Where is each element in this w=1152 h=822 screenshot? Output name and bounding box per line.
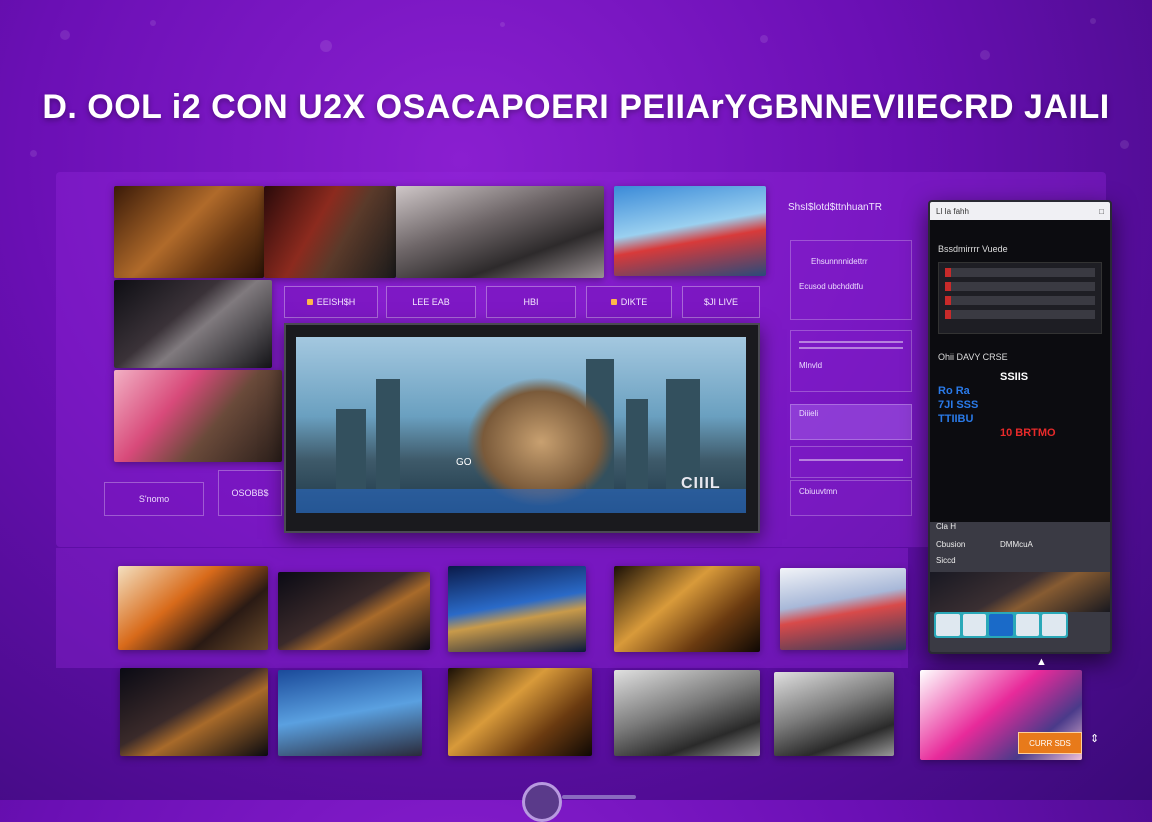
- phone-list[interactable]: [938, 262, 1102, 334]
- video-overlay-text: CIIIL: [681, 475, 721, 492]
- divider: [799, 459, 903, 461]
- chip-icon: [610, 299, 617, 305]
- score-line: TTIIBU: [938, 413, 974, 425]
- skyline-building: [376, 379, 400, 489]
- collage-thumb-1[interactable]: [114, 186, 264, 278]
- category-chip-3[interactable]: HBI: [486, 286, 576, 318]
- cta-button[interactable]: CURR SDS: [1018, 732, 1082, 754]
- phone-thumb-strip[interactable]: [934, 612, 1068, 638]
- list-item[interactable]: [945, 282, 1095, 291]
- video-water: [296, 489, 746, 513]
- category-chip-2[interactable]: LEE EAB: [386, 286, 476, 318]
- collage-thumb-2[interactable]: [264, 186, 396, 278]
- category-chip-5[interactable]: $JI LIVE: [682, 286, 760, 318]
- grid-thumb-2[interactable]: [278, 572, 430, 650]
- strip-thumb[interactable]: [936, 614, 960, 636]
- divider: [799, 341, 903, 343]
- collage-thumb-3[interactable]: [396, 186, 604, 278]
- side-block-2-label: Mlnvld: [799, 361, 823, 370]
- footer-label: Siccd: [936, 556, 956, 565]
- grid-thumb-1[interactable]: [118, 566, 268, 650]
- skyline-building: [666, 379, 700, 489]
- list-item[interactable]: [945, 310, 1095, 319]
- footer-thumb: [930, 572, 1110, 612]
- scroll-icon[interactable]: ⇕: [1090, 732, 1099, 745]
- footer-label: DMMcuA: [1000, 540, 1033, 549]
- side-panel-title: ShsI$lotd$ttnhuanTR: [788, 202, 882, 213]
- side-block-1[interactable]: Ehsunnnnidettrr Ecusod ubchddtfu: [790, 240, 912, 320]
- status-text: Ll Ia fahh: [936, 206, 969, 216]
- category-chip-1[interactable]: EEISH$H: [284, 286, 378, 318]
- side-block-3-label: Diiieli: [799, 409, 819, 418]
- side-block-3[interactable]: Diiieli: [790, 404, 912, 440]
- phone-mockup: Ll Ia fahh □ Bssdmirrrr Vuede Ohii DAVY …: [928, 200, 1112, 654]
- video-subject: [466, 377, 616, 507]
- footer-label: Cla H: [936, 522, 957, 531]
- window-icon[interactable]: □: [1099, 207, 1104, 216]
- hd-badge: GO: [456, 457, 472, 468]
- video-player[interactable]: GO CIIIL: [284, 323, 760, 533]
- phone-status-bar: Ll Ia fahh □: [930, 202, 1110, 220]
- strip-thumb[interactable]: [1015, 614, 1040, 636]
- score-line: SSIIS: [1000, 371, 1029, 383]
- list-item[interactable]: [945, 268, 1095, 277]
- sidebar-button-2[interactable]: OSOBB$: [218, 470, 282, 516]
- skyline-building: [626, 399, 648, 489]
- collage-thumb-5[interactable]: [114, 280, 272, 368]
- list-item[interactable]: [945, 296, 1095, 305]
- collage-thumb-6[interactable]: [114, 370, 282, 462]
- footer-label: Cbusion: [936, 540, 966, 549]
- strip-thumb[interactable]: [1042, 614, 1066, 636]
- side-block-5-label: Cbiuuvtmn: [799, 487, 838, 496]
- grid-thumb-3[interactable]: [448, 566, 586, 652]
- grid-thumb-4[interactable]: [614, 566, 760, 652]
- phone-scoreboard: SSIIS Ro Ra 7JI SSS TTIIBU 10 BRTMO: [938, 370, 1100, 440]
- score-line: 10 BRTMO: [1000, 427, 1056, 439]
- side-block-1-sub: Ecusod ubchddtfu: [799, 282, 864, 291]
- playback-knob-icon[interactable]: [522, 782, 562, 822]
- side-block-4[interactable]: [790, 446, 912, 478]
- side-block-5[interactable]: Cbiuuvtmn: [790, 480, 912, 516]
- grid-thumb-10[interactable]: [774, 672, 894, 756]
- grid-thumb-9[interactable]: [614, 670, 760, 756]
- divider: [799, 347, 903, 349]
- chip-icon: [306, 299, 313, 305]
- phone-section-title: Bssdmirrrr Vuede: [938, 244, 1008, 254]
- strip-thumb[interactable]: [989, 614, 1013, 636]
- video-screen[interactable]: GO CIIIL: [296, 337, 746, 513]
- page-headline: D. OOL i2 CON U2X OSACAPOERI PEIIArYGBNN…: [42, 88, 1110, 126]
- phone-subsection-title: Ohii DAVY CRSE: [938, 352, 1008, 362]
- score-line: 7JI SSS: [938, 399, 979, 411]
- category-chip-4[interactable]: DIKTE: [586, 286, 672, 318]
- grid-thumb-5[interactable]: [780, 568, 906, 650]
- playback-track[interactable]: [562, 795, 636, 799]
- skyline-building: [336, 409, 366, 489]
- sidebar-button-1[interactable]: S'nomo: [104, 482, 204, 516]
- grid-thumb-8[interactable]: [448, 668, 592, 756]
- grid-thumb-6[interactable]: [120, 668, 268, 756]
- strip-thumb[interactable]: [962, 614, 987, 636]
- score-line: Ro Ra: [938, 385, 970, 397]
- side-block-1-label: Ehsunnnnidettrr: [811, 257, 868, 266]
- grid-thumb-7[interactable]: [278, 670, 422, 756]
- pin-icon[interactable]: ▲: [1036, 656, 1047, 668]
- collage-thumb-4[interactable]: [614, 186, 766, 276]
- side-block-2[interactable]: Mlnvld: [790, 330, 912, 392]
